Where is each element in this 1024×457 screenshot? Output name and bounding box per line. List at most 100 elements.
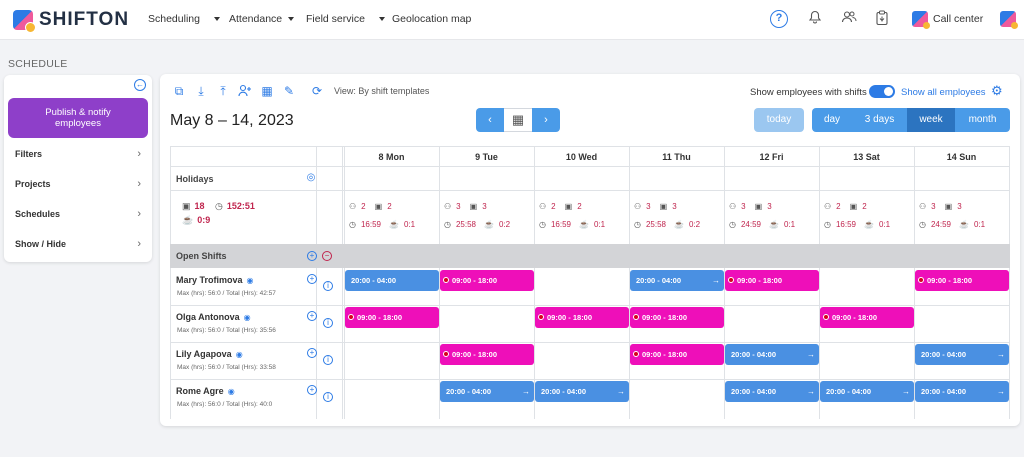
prev-week-button[interactable]: ‹ [476, 108, 504, 132]
chevron-down-icon [378, 17, 385, 21]
publish-notify-button[interactable]: Publish & notify employees [8, 98, 148, 138]
shift-block[interactable]: 09:00 - 18:00 [630, 344, 724, 365]
shift-block[interactable]: 09:00 - 18:00 [915, 270, 1009, 291]
edit-icon[interactable]: ✎ [282, 84, 296, 98]
day-header: 11 Thu [662, 152, 691, 162]
coffee-icon: ☕ [579, 220, 589, 229]
add-shift-icon[interactable]: + [307, 348, 317, 358]
shift-block[interactable]: 20:00 - 04:00 → [915, 381, 1009, 402]
bell-icon[interactable] [806, 10, 824, 28]
download-icon[interactable]: ⤓ [194, 84, 208, 98]
sidebar-item-label: Projects [15, 179, 51, 189]
nav-call-center[interactable]: Call center [933, 13, 983, 25]
range-day-button[interactable]: day [812, 108, 852, 132]
range-month-button[interactable]: month [955, 108, 1010, 132]
gear-icon[interactable]: ⚙ [991, 83, 1003, 99]
toolbar: ⧉ ⤓ ⤒ ▦ ✎ ⟳ View: By shift templates [172, 84, 430, 98]
sidebar-item-show-hide[interactable]: Show / Hide › [4, 229, 152, 259]
employee-name-text: Olga Antonova [176, 312, 240, 322]
shift-time: 20:00 - 04:00 [826, 387, 872, 396]
schedule-grid: 8 Mon 9 Tue 10 Wed 11 Thu 12 Fri 13 Sat … [170, 146, 1010, 419]
add-shift-icon[interactable]: + [307, 274, 317, 284]
employee-name[interactable]: Lily Agapova ◉ [176, 349, 243, 359]
collapse-panel-icon[interactable]: ← [134, 79, 146, 91]
employee-name[interactable]: Mary Trofimova ◉ [176, 275, 254, 285]
add-open-shift-icon[interactable]: + [307, 251, 317, 261]
calendar-picker-icon[interactable]: ▦ [504, 108, 532, 132]
shift-block[interactable]: 20:00 - 04:00 [345, 270, 439, 291]
help-icon[interactable]: ? [770, 10, 788, 28]
clipboard-icon[interactable] [873, 10, 891, 28]
employee-name[interactable]: Olga Antonova ◉ [176, 312, 251, 322]
refresh-icon[interactable]: ⟳ [310, 84, 324, 98]
hours-value: 16:59 [360, 220, 382, 229]
shift-block[interactable]: 20:00 - 04:00 → [725, 344, 819, 365]
eye-icon[interactable]: ◉ [247, 276, 254, 285]
sidebar-item-filters[interactable]: Filters › [4, 139, 152, 169]
info-icon[interactable]: i [323, 318, 333, 328]
info-icon[interactable]: i [323, 392, 333, 402]
shift-block[interactable]: 20:00 - 04:00 → [820, 381, 914, 402]
shift-block[interactable]: 09:00 - 18:00 [630, 307, 724, 328]
upload-icon[interactable]: ⤒ [216, 84, 230, 98]
hours-value: 24:59 [740, 220, 762, 229]
shift-block[interactable]: 09:00 - 18:00 [820, 307, 914, 328]
nav-scheduling[interactable]: Scheduling [148, 13, 220, 25]
eye-icon[interactable]: ◉ [228, 387, 235, 396]
users-icon[interactable] [840, 10, 858, 28]
show-all-employees-link[interactable]: Show all employees [901, 87, 986, 98]
top-nav: SHIFTON Scheduling Attendance Field serv… [0, 0, 1024, 40]
arrow-right-icon: → [902, 387, 910, 396]
nav-geolocation-map[interactable]: Geolocation map [392, 13, 471, 25]
eye-icon[interactable]: ◉ [244, 313, 251, 322]
range-3days-button[interactable]: 3 days [852, 108, 907, 132]
open-shifts-label: Open Shifts [176, 251, 227, 261]
info-icon[interactable]: i [323, 281, 333, 291]
shift-block[interactable]: 20:00 - 04:00 → [725, 381, 819, 402]
next-week-button[interactable]: › [532, 108, 560, 132]
nav-attendance-label: Attendance [229, 13, 283, 25]
info-icon[interactable]: i [323, 355, 333, 365]
eye-icon[interactable]: ◉ [236, 350, 243, 359]
add-shift-icon[interactable]: + [307, 311, 317, 321]
shift-time: 09:00 - 18:00 [642, 313, 688, 322]
coffee-icon: ☕ [769, 220, 779, 229]
breaks-value: 0:1 [878, 220, 891, 229]
nav-attendance[interactable]: Attendance [229, 13, 295, 25]
arrow-right-icon: → [807, 350, 815, 359]
view-label[interactable]: View: By shift templates [334, 86, 429, 96]
shift-block[interactable]: 09:00 - 18:00 [440, 270, 534, 291]
shift-block[interactable]: 20:00 - 04:00 → [440, 381, 534, 402]
shift-block[interactable]: 20:00 - 04:00 → [535, 381, 629, 402]
show-employees-toggle[interactable] [869, 85, 895, 98]
shift-count: 2 [862, 202, 867, 211]
shift-count: 2 [577, 202, 582, 211]
copy-icon[interactable]: ⧉ [172, 84, 186, 98]
today-button[interactable]: today [754, 108, 804, 132]
chevron-right-icon: › [137, 238, 141, 250]
day-stats-hours: ◷ 24:59 ☕ 0:1 [729, 220, 795, 229]
breaks-value: 0:1 [783, 220, 796, 229]
add-user-icon[interactable] [238, 84, 252, 98]
shift-block[interactable]: 20:00 - 04:00 → [915, 344, 1009, 365]
shift-block[interactable]: 20:00 - 04:00 → [630, 270, 724, 291]
remove-open-shift-icon[interactable]: − [322, 251, 332, 261]
shift-block[interactable]: 09:00 - 18:00 [345, 307, 439, 328]
app-switcher-icon[interactable] [1000, 11, 1018, 29]
calendar-icon: ▣ [754, 202, 763, 211]
sidebar-item-schedules[interactable]: Schedules › [4, 199, 152, 229]
shift-block[interactable]: 09:00 - 18:00 [725, 270, 819, 291]
employee-name[interactable]: Rome Agre ◉ [176, 386, 235, 396]
logo[interactable]: SHIFTON [13, 9, 130, 33]
add-shift-icon[interactable]: + [307, 385, 317, 395]
calendar-icon: ▣ [469, 202, 478, 211]
shift-block[interactable]: 09:00 - 18:00 [440, 344, 534, 365]
logo-text: SHIFTON [39, 9, 130, 30]
range-week-button[interactable]: week [907, 108, 955, 132]
shift-block[interactable]: 09:00 - 18:00 [535, 307, 629, 328]
globe-icon[interactable]: ◎ [306, 173, 316, 184]
grid-icon[interactable]: ▦ [260, 84, 274, 98]
arrow-right-icon: → [997, 350, 1005, 359]
sidebar-item-projects[interactable]: Projects › [4, 169, 152, 199]
nav-field-service[interactable]: Field service [306, 13, 385, 25]
